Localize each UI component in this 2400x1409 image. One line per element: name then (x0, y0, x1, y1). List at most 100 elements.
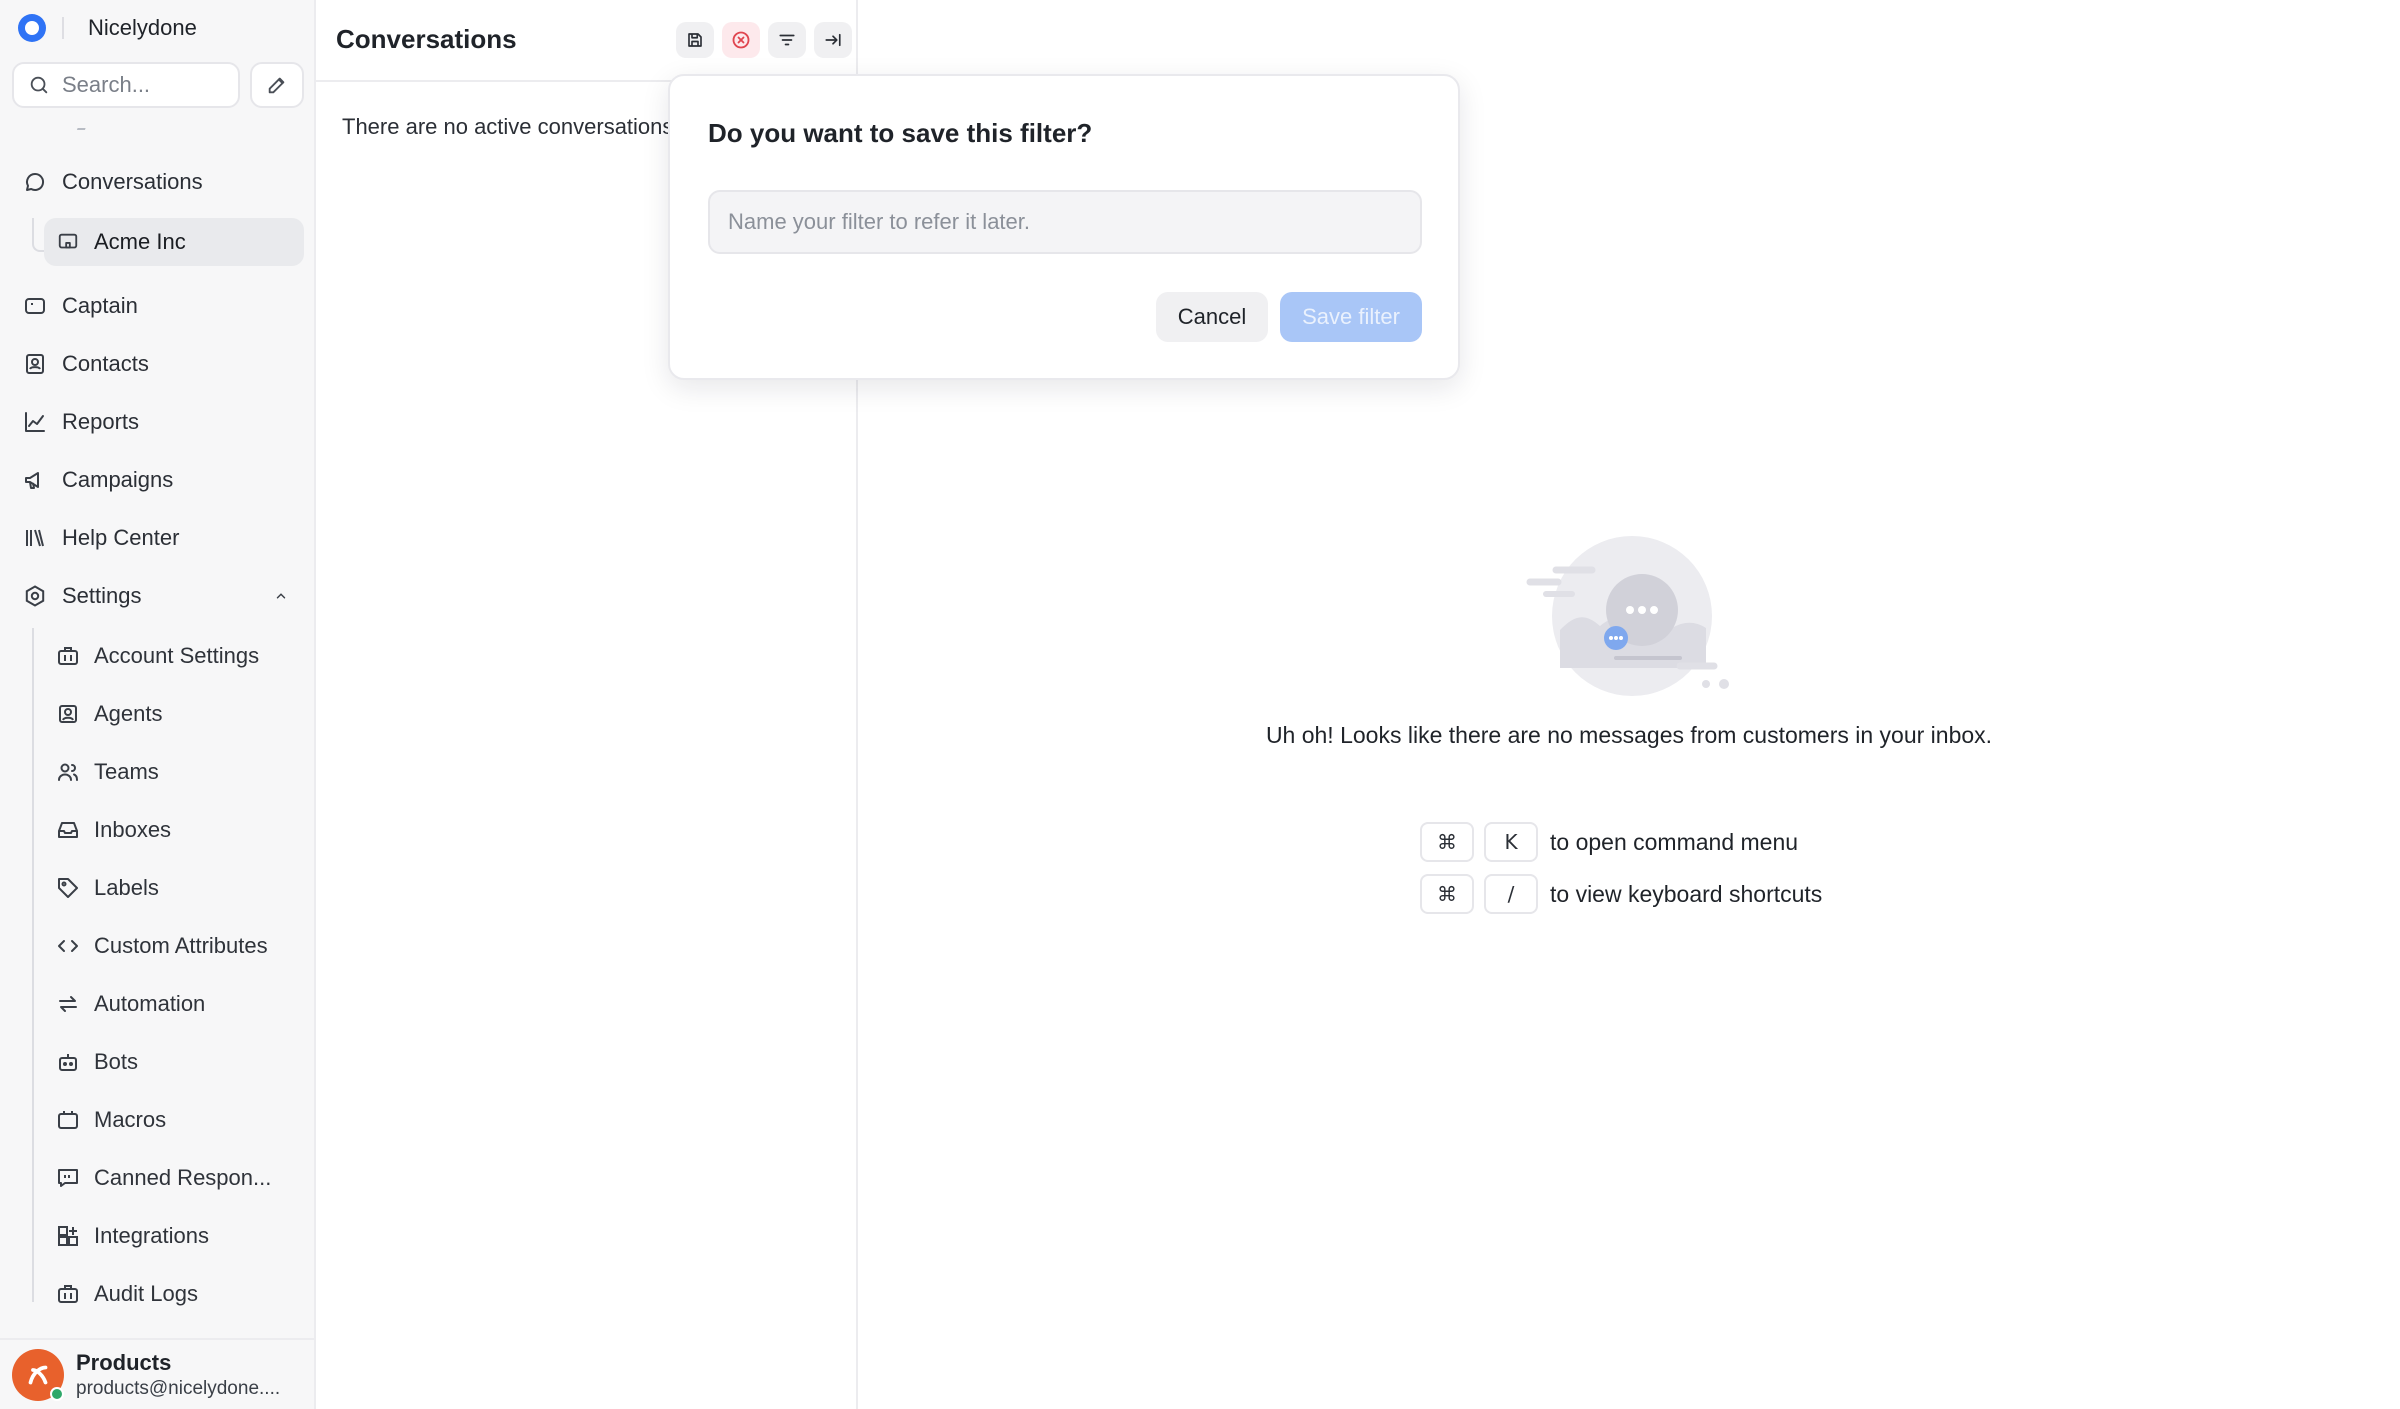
brand-name: Nicelydone (88, 15, 197, 40)
sidebar-item-bots[interactable]: Bots (44, 1038, 304, 1086)
inbox-tray-icon (56, 818, 80, 842)
arrow-right-bar-icon (824, 31, 842, 49)
sidebar-item-label: Help Center (62, 525, 180, 550)
profile-name: Products (76, 1349, 172, 1375)
collapse-panel-button[interactable] (814, 22, 852, 58)
sidebar-item-campaigns[interactable]: Campaigns (12, 456, 304, 504)
sidebar-item-macros[interactable]: Macros (44, 1096, 304, 1144)
command-key: ⌘ (1420, 874, 1474, 914)
brand[interactable]: Nicelydone (18, 12, 197, 44)
cancel-button[interactable]: Cancel (1156, 292, 1268, 342)
search-icon (28, 74, 50, 96)
brand-divider (62, 17, 64, 39)
quote-message-icon (56, 1166, 80, 1190)
sidebar-item-label: Account Settings (94, 643, 260, 668)
command-key: ⌘ (1420, 822, 1474, 862)
close-circle-icon (731, 30, 751, 50)
sidebar-item-label: Teams (94, 759, 159, 784)
sidebar-item-canned-responses[interactable]: Canned Respon... (44, 1154, 304, 1202)
grid-plus-icon (56, 1224, 80, 1248)
brand-logo-icon (18, 14, 46, 42)
shortcut-keyboard-shortcuts: ⌘ / to view keyboard shortcuts (1420, 874, 1822, 914)
sidebar-item-label: Integrations (94, 1223, 209, 1248)
sidebar-item-label: Custom Attributes (94, 933, 268, 958)
sidebar-item-label: Contacts (62, 351, 149, 376)
sidebar: Nicelydone Search... Conversations Acme … (0, 0, 316, 1409)
sidebar-item-label: Automation (94, 991, 206, 1016)
megaphone-icon (22, 467, 48, 493)
sidebar-item-contacts[interactable]: Contacts (12, 340, 304, 388)
profile-menu[interactable]: Products products@nicelydone.... (0, 1338, 316, 1409)
library-icon (22, 525, 48, 551)
code-icon (56, 934, 80, 958)
sidebar-item-label: Campaigns (62, 467, 174, 492)
sidebar-item-label: Acme Inc (94, 229, 186, 254)
save-filter-dialog: Do you want to save this filter? Cancel … (668, 74, 1460, 380)
sidebar-item-automation[interactable]: Automation (44, 980, 304, 1028)
sidebar-item-label: Macros (94, 1107, 167, 1132)
sidebar-item-settings[interactable]: Settings (12, 572, 304, 620)
sidebar-item-captain[interactable]: Captain (12, 282, 304, 330)
search-placeholder: Search... (62, 72, 151, 97)
sidebar-item-label: Settings (62, 583, 142, 608)
scrolled-item-fragment (76, 124, 88, 130)
tree-connector (32, 628, 34, 1302)
shortcut-description: to view keyboard shortcuts (1550, 880, 1823, 907)
save-filter-button[interactable] (676, 22, 714, 58)
filter-button[interactable] (768, 22, 806, 58)
sidebar-item-label: Captain (62, 293, 138, 318)
clear-filter-button[interactable] (722, 22, 760, 58)
chart-line-icon (22, 409, 48, 435)
captain-icon (22, 293, 48, 319)
arrows-swap-icon (56, 992, 80, 1016)
chevron-up-icon[interactable] (274, 589, 288, 603)
online-status-dot (50, 1386, 64, 1401)
sidebar-item-label: Audit Logs (94, 1281, 198, 1306)
sidebar-item-acme-inc[interactable]: Acme Inc (44, 218, 304, 266)
sidebar-item-labels[interactable]: Labels (44, 864, 304, 912)
empty-inbox-message: Uh oh! Looks like there are no messages … (1265, 722, 1993, 748)
page-title: Conversations (336, 24, 517, 54)
tag-icon (56, 876, 80, 900)
compose-button[interactable] (250, 62, 304, 108)
contact-card-icon (22, 351, 48, 377)
shortcut-command-menu: ⌘ K to open command menu (1420, 822, 1798, 862)
briefcase-icon (56, 644, 80, 668)
slash-key: / (1484, 874, 1538, 914)
dialog-title: Do you want to save this filter? (708, 118, 1093, 148)
sidebar-item-reports[interactable]: Reports (12, 398, 304, 446)
sidebar-item-label: Inboxes (94, 817, 172, 842)
users-icon (56, 760, 80, 784)
bot-icon (56, 1050, 80, 1074)
k-key: K (1484, 822, 1538, 862)
sidebar-item-integrations[interactable]: Integrations (44, 1212, 304, 1260)
sidebar-item-conversations[interactable]: Conversations (12, 158, 304, 206)
chat-bubble-icon (22, 169, 48, 195)
save-icon (686, 31, 704, 49)
sidebar-item-label: Bots (94, 1049, 139, 1074)
empty-inbox-illustration (1520, 530, 1740, 700)
briefcase-icon (56, 1282, 80, 1306)
gear-icon (22, 583, 48, 609)
avatar (12, 1348, 64, 1401)
sidebar-item-label: Canned Respon... (94, 1165, 272, 1190)
sidebar-item-teams[interactable]: Teams (44, 748, 304, 796)
search-input[interactable]: Search... (12, 62, 240, 108)
edit-icon (266, 74, 288, 96)
conversation-list-header: Conversations (316, 0, 858, 82)
sidebar-item-audit-logs[interactable]: Audit Logs (44, 1270, 304, 1318)
filter-icon (778, 31, 796, 49)
profile-email: products@nicelydone.... (76, 1377, 281, 1399)
save-filter-button[interactable]: Save filter (1280, 292, 1422, 342)
sidebar-item-label: Conversations (62, 169, 203, 194)
sidebar-item-custom-attributes[interactable]: Custom Attributes (44, 922, 304, 970)
filter-name-input[interactable] (708, 190, 1422, 254)
inbox-chat-icon (56, 230, 80, 254)
sidebar-item-label: Agents (94, 701, 163, 726)
contact-square-icon (56, 702, 80, 726)
shortcut-description: to open command menu (1550, 828, 1799, 855)
sidebar-item-help-center[interactable]: Help Center (12, 514, 304, 562)
sidebar-item-inboxes[interactable]: Inboxes (44, 806, 304, 854)
sidebar-item-agents[interactable]: Agents (44, 690, 304, 738)
sidebar-item-account-settings[interactable]: Account Settings (44, 632, 304, 680)
